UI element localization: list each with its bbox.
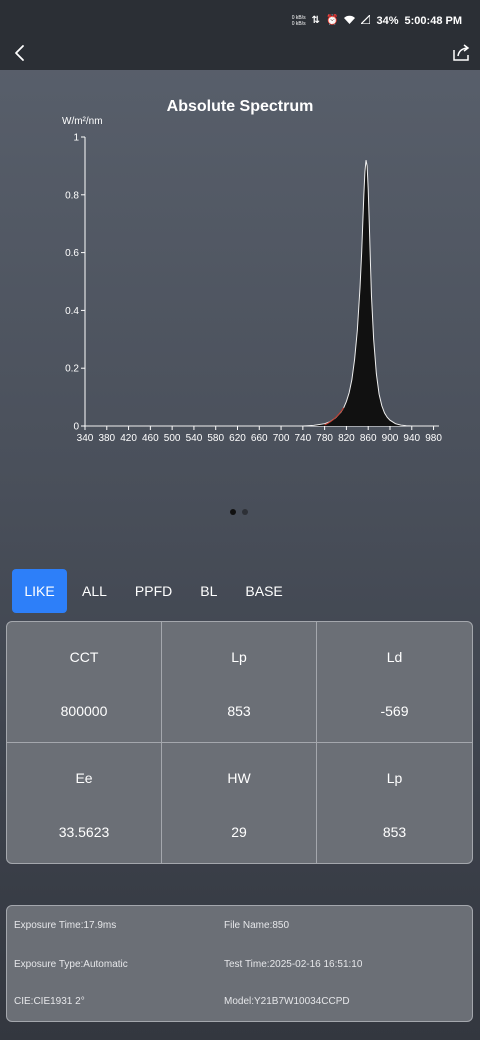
x-tick-label: 580 xyxy=(207,433,224,444)
exposure-time: Exposure Time:17.9ms xyxy=(14,920,117,931)
metric-value: 33.5623 xyxy=(58,823,110,840)
back-button[interactable] xyxy=(10,42,32,64)
x-tick-label: 780 xyxy=(316,433,333,444)
y-tick-label: 0.6 xyxy=(65,248,79,259)
net-down: 0 kB/s xyxy=(291,21,306,27)
alarm-icon: ⏰ xyxy=(326,15,339,26)
tab-base[interactable]: BASE xyxy=(234,569,293,613)
metrics-grid: CCT 800000 Lp 853 Ld -569 Ee 33.5623 HW … xyxy=(6,621,473,864)
tab-all[interactable]: ALL xyxy=(71,569,118,613)
tab-bar: LIKE ALL PPFD BL BASE xyxy=(12,569,294,613)
x-tick-label: 620 xyxy=(229,433,246,444)
x-tick-label: 540 xyxy=(186,433,203,444)
spectrum-chart: Absolute Spectrum W/m²/nm 0 0.2 0.4 0.6 0.8 1 3… xyxy=(0,70,480,540)
y-tick-label: 0.8 xyxy=(65,190,79,201)
x-tick-label: 820 xyxy=(338,433,355,444)
metric-label: Lp xyxy=(386,769,403,786)
file-name: File Name:850 xyxy=(224,920,290,931)
device-model: Model:Y21B7W10034CCPD xyxy=(224,996,350,1007)
network-speed: 0 kB/s 0 kB/s xyxy=(292,15,306,27)
x-tick-label: 380 xyxy=(98,433,115,444)
x-tick-label: 900 xyxy=(382,433,399,444)
tab-ppfd[interactable]: PPFD xyxy=(124,569,183,613)
share-button[interactable] xyxy=(450,42,472,64)
chevron-left-icon xyxy=(15,45,24,61)
signal-icon xyxy=(360,13,372,27)
metric-label: HW xyxy=(227,769,251,786)
metric-value: 853 xyxy=(382,823,407,840)
y-tick-label: 0.4 xyxy=(65,306,79,317)
spectrum-line xyxy=(85,160,439,427)
x-tick-label: 860 xyxy=(360,433,377,444)
tab-bl[interactable]: BL xyxy=(189,569,228,613)
metric-value: 853 xyxy=(227,703,251,719)
metric-label: Lp xyxy=(231,649,247,665)
metric-label: CCT xyxy=(69,649,99,665)
data-transfer-icon: ⇅ xyxy=(311,15,321,26)
cie-standard: CIE:CIE1931 2° xyxy=(14,996,85,1007)
status-bar: 0 kB/s 0 kB/s ⇅ ⏰ 34% 5:00:48 PM xyxy=(0,0,480,40)
metric-lp-2: Lp 853 xyxy=(317,743,472,864)
metric-value: -569 xyxy=(380,703,409,719)
metric-value: 800000 xyxy=(60,703,108,719)
y-tick-label: 0 xyxy=(73,422,79,433)
metric-value: 29 xyxy=(231,823,247,840)
spectrum-area xyxy=(85,160,439,426)
page-indicator xyxy=(230,509,248,515)
metric-ee: Ee 33.5623 xyxy=(7,742,162,863)
metric-ld: Ld -569 xyxy=(317,622,472,743)
clock: 5:00:48 PM xyxy=(404,15,462,27)
status-icons: 0 kB/s 0 kB/s ⇅ ⏰ 34% 5:00:48 PM xyxy=(292,13,462,27)
metric-lp: Lp 853 xyxy=(162,622,317,743)
wifi-icon xyxy=(344,15,356,27)
y-tick-label: 1 xyxy=(73,133,79,144)
y-axis-label: W/m²/nm xyxy=(62,116,103,127)
metric-cct: CCT 800000 xyxy=(7,622,162,743)
x-tick-label: 980 xyxy=(425,433,442,444)
page-dot-active[interactable] xyxy=(230,509,236,515)
x-tick-label: 660 xyxy=(251,433,268,444)
test-time: Test Time:2025-02-16 16:51:10 xyxy=(224,959,363,970)
x-tick-label: 940 xyxy=(403,433,420,444)
share-icon xyxy=(453,44,470,61)
y-tick-label: 0.2 xyxy=(65,364,79,375)
battery-level: 34% xyxy=(376,15,399,27)
test-info-panel: Exposure Time:17.9ms File Name:850 Expos… xyxy=(6,905,473,1022)
page-dot[interactable] xyxy=(242,509,248,515)
metric-label: Ld xyxy=(386,649,403,665)
nav-bar xyxy=(0,40,480,70)
x-tick-label: 340 xyxy=(77,433,94,444)
x-tick-label: 700 xyxy=(273,433,290,444)
x-tick-label: 420 xyxy=(120,433,137,444)
x-tick-label: 740 xyxy=(295,433,312,444)
metric-label: Ee xyxy=(75,769,93,786)
tab-like[interactable]: LIKE xyxy=(12,569,67,613)
exposure-type: Exposure Type:Automatic xyxy=(14,959,128,970)
x-tick-label: 500 xyxy=(164,433,181,444)
spectrum-plot: W/m²/nm 0 0.2 0.4 0.6 0.8 1 340 380 420 460 500 540 5… xyxy=(62,116,442,444)
metric-hw: HW 29 xyxy=(162,742,317,863)
x-tick-label: 460 xyxy=(142,433,159,444)
